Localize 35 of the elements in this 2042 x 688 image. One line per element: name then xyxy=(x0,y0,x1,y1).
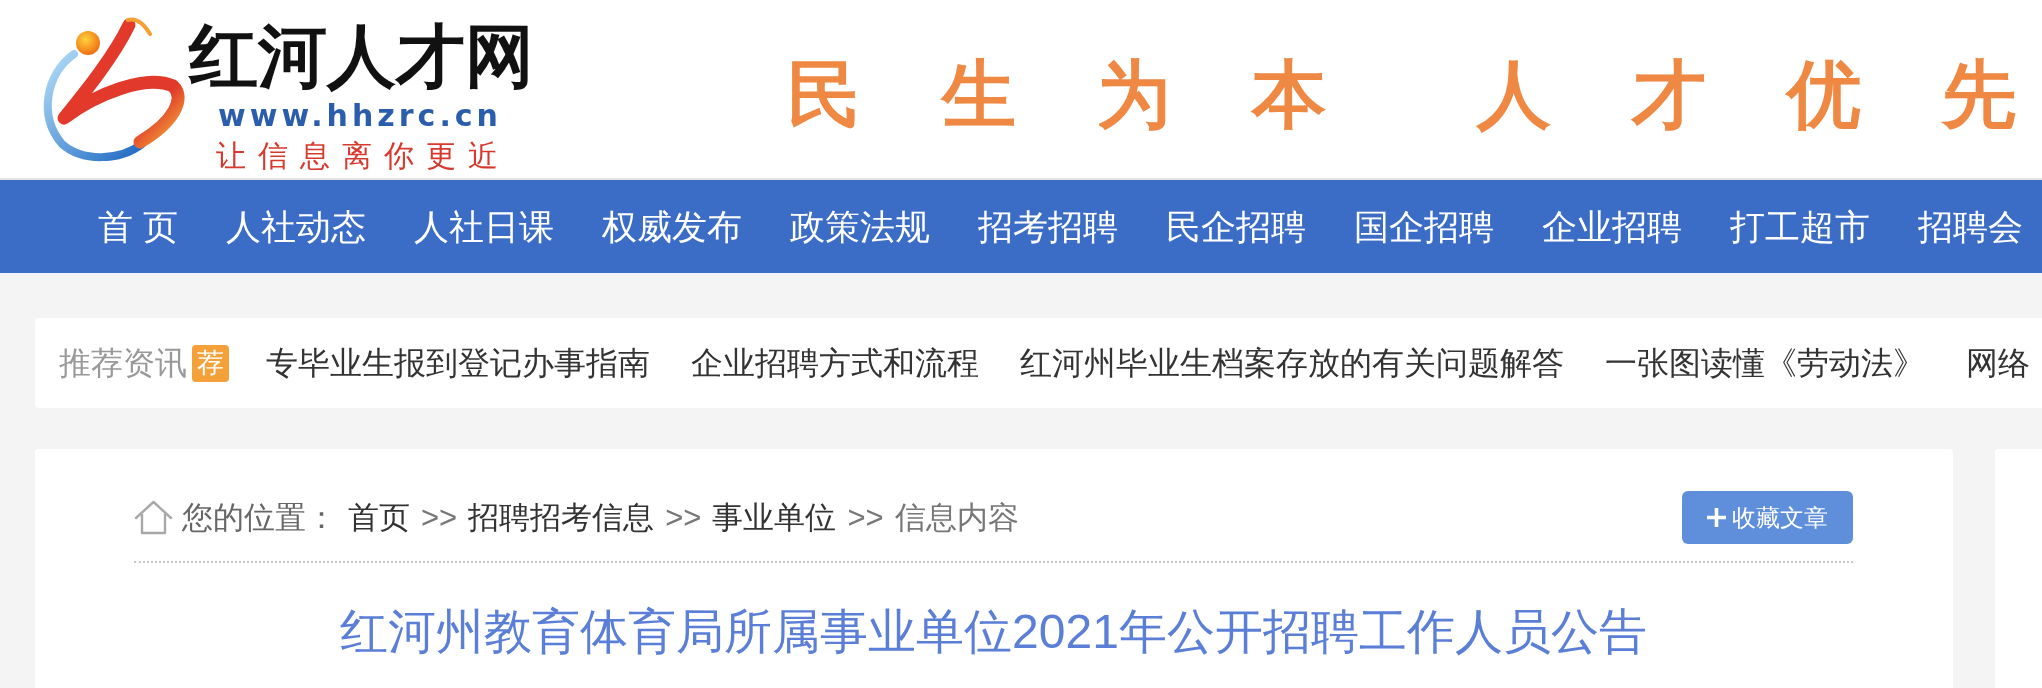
nav-link[interactable]: 打工超市 xyxy=(1729,204,1870,249)
news-link[interactable]: 一张图读懂《劳动法》 xyxy=(1605,343,1925,383)
home-icon xyxy=(134,500,173,535)
logo-title: 红河人才网 xyxy=(189,14,534,98)
breadcrumb-link[interactable]: 首页 xyxy=(348,497,410,538)
logo-url: www.hhzrc.cn xyxy=(217,98,502,134)
nav-link[interactable]: 人社日课 xyxy=(413,204,554,249)
logo-tagline: 让信息离你更近 xyxy=(215,139,498,173)
news-link[interactable]: 红河州毕业生档案存放的有关问题解答 xyxy=(1020,343,1564,383)
news-link[interactable]: 网络 xyxy=(1966,343,2030,383)
breadcrumb-link[interactable]: 事业单位 xyxy=(712,497,837,538)
nav-link[interactable]: 政策法规 xyxy=(789,204,930,249)
nav-link[interactable]: 国企招聘 xyxy=(1353,204,1494,249)
breadcrumb-link[interactable]: 招聘招考信息 xyxy=(468,497,655,538)
recommend-tag: 荐 xyxy=(192,344,229,382)
nav-link[interactable]: 首 页 xyxy=(98,204,178,249)
location-label: 您的位置： xyxy=(182,498,337,537)
slogan-text: 人才优先 xyxy=(1477,52,2016,137)
nav-link[interactable]: 招聘会 xyxy=(1917,204,2023,249)
nav-link[interactable]: 企业招聘 xyxy=(1541,204,1682,249)
nav-link[interactable]: 招考招聘 xyxy=(977,204,1118,249)
breadcrumb-separator: >> xyxy=(665,498,702,537)
nav-link[interactable]: 权威发布 xyxy=(601,204,742,249)
breadcrumb-separator: >> xyxy=(421,498,458,537)
news-link[interactable]: 专毕业生报到登记办事指南 xyxy=(266,343,650,383)
nav-link[interactable]: 人社动态 xyxy=(225,204,366,249)
recommend-label: 推荐资讯 xyxy=(59,344,187,383)
breadcrumb-current: 信息内容 xyxy=(894,498,1019,537)
nav-link[interactable]: 民企招聘 xyxy=(1165,204,1306,249)
plus-icon xyxy=(1706,507,1727,528)
bookmark-button[interactable]: 收藏文章 xyxy=(1682,491,1853,544)
breadcrumb-separator: >> xyxy=(847,498,884,537)
article-title: 红河州教育体育局所属事业单位2021年公开招聘工作人员公告 xyxy=(339,605,1648,658)
news-link[interactable]: 企业招聘方式和流程 xyxy=(691,343,979,383)
slogan-text: 民生为本 xyxy=(787,52,1326,137)
